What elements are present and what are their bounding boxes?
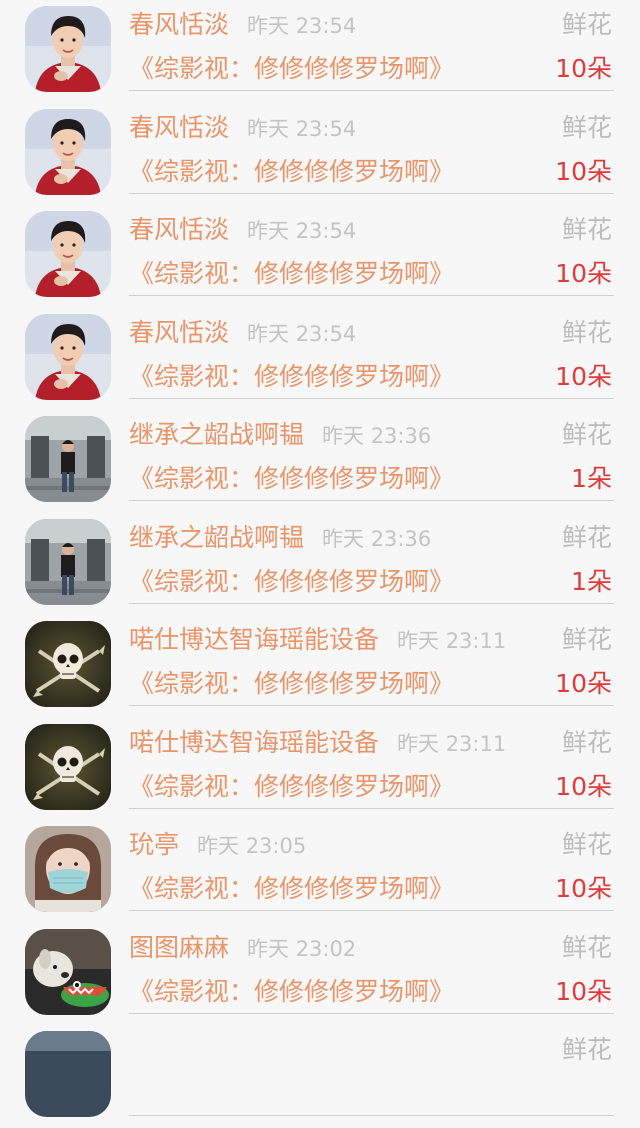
gift-count: 10朵 [555,976,612,1006]
novel-title[interactable]: 《综影视：修修修修罗场啊》 [129,975,454,1009]
avatar[interactable] [25,109,111,195]
gift-count: 10朵 [555,669,612,698]
timestamp: 昨天 23:54 [247,219,357,243]
novel-title[interactable]: 《综影视：修修修修罗场啊》 [129,155,454,189]
user-name: 继承之龆战啊韫 昨天 23:36 [129,521,431,556]
novel-title[interactable]: 《综影视：修修修修罗场啊》 [129,257,454,291]
list-item[interactable]: 鲜花 [0,1025,640,1128]
gift-type: 鲜花 [561,112,612,142]
list-item[interactable]: 春风恬淡 昨天 23:54 鲜花《综影视：修修修修罗场啊》 10朵 [0,103,640,206]
gift-type: 鲜花 [561,10,612,39]
gift-count: 1朵 [571,464,612,493]
divider [129,705,614,706]
divider [129,910,614,911]
user-name: 春风恬淡 昨天 23:54 [129,213,356,248]
user-name-text: 春风恬淡 [129,10,230,39]
timestamp: 昨天 23:36 [322,424,432,448]
divider [129,1012,614,1014]
novel-title[interactable]: 《综影视：修修修修罗场啊》 [129,52,454,86]
avatar[interactable] [25,724,111,810]
user-name-text: 玧亭 [129,830,180,859]
list-item[interactable]: 继承之龆战啊韫 昨天 23:36 鲜花《综影视：修修修修罗场啊》 1朵 [0,410,640,513]
gift-type: 鲜花 [561,932,612,962]
novel-title[interactable]: 《综影视：修修修修罗场啊》 [129,770,454,804]
divider [129,90,614,91]
novel-title[interactable]: 《综影视：修修修修罗场啊》 [129,462,454,496]
gift-count: 10朵 [555,259,612,288]
timestamp: 昨天 23:05 [197,834,307,858]
timestamp: 昨天 23:54 [247,14,357,38]
user-name: 继承之龆战啊韫 昨天 23:36 [129,418,431,453]
novel-title[interactable]: 《综影视：修修修修罗场啊》 [129,360,454,394]
timestamp: 昨天 23:36 [322,526,432,551]
user-name-text: 图图麻麻 [129,932,230,962]
gift-count: 10朵 [555,156,612,186]
gift-count: 10朵 [555,874,612,903]
user-name [129,1033,147,1068]
novel-title[interactable]: 《综影视：修修修修罗场啊》 [129,872,454,906]
user-name: 喏仕博达智诲瑶能设备 昨天 23:11 [129,623,506,658]
gift-type: 鲜花 [561,317,612,347]
gift-count: 1朵 [571,566,612,596]
timestamp: 昨天 23:54 [247,321,357,346]
timestamp: 昨天 23:11 [397,629,507,653]
user-name: 玧亭 昨天 23:05 [129,828,306,863]
novel-title[interactable]: 《综影视：修修修修罗场啊》 [129,667,454,701]
timestamp: 昨天 23:02 [247,936,357,961]
novel-title[interactable]: 《综影视：修修修修罗场啊》 [129,565,454,599]
list-item[interactable]: 玧亭 昨天 23:05 鲜花《综影视：修修修修罗场啊》 10朵 [0,820,640,923]
user-name-text: 春风恬淡 [129,112,230,142]
list-item[interactable]: 春风恬淡 昨天 23:54 鲜花《综影视：修修修修罗场啊》 10朵 [0,205,640,308]
divider [129,192,614,194]
avatar[interactable] [25,621,111,707]
list-item[interactable]: 春风恬淡 昨天 23:54 鲜花《综影视：修修修修罗场啊》 10朵 [0,308,640,411]
timestamp: 昨天 23:54 [247,116,357,141]
divider [129,602,614,604]
divider [129,1115,614,1116]
user-name: 春风恬淡 昨天 23:54 [129,8,356,43]
gift-count: 10朵 [555,771,612,801]
user-name: 图图麻麻 昨天 23:02 [129,931,356,966]
list-item[interactable]: 图图麻麻 昨天 23:02 鲜花《综影视：修修修修罗场啊》 10朵 [0,923,640,1026]
list-item[interactable]: 喏仕博达智诲瑶能设备 昨天 23:11 鲜花《综影视：修修修修罗场啊》 10朵 [0,718,640,821]
gift-type: 鲜花 [561,727,612,757]
divider [129,397,614,399]
gift-type: 鲜花 [561,1035,612,1064]
avatar[interactable] [25,6,111,92]
user-name: 喏仕博达智诲瑶能设备 昨天 23:11 [129,726,506,761]
user-name: 春风恬淡 昨天 23:54 [129,111,356,146]
timestamp: 昨天 23:11 [397,731,507,756]
gift-count: 10朵 [555,361,612,391]
avatar[interactable] [25,519,111,605]
user-name-text: 喏仕博达智诲瑶能设备 [129,625,380,654]
user-name-text: 继承之龆战啊韫 [129,522,305,552]
avatar[interactable] [25,211,111,297]
gift-count: 10朵 [555,54,612,83]
divider [129,500,614,501]
user-name-text: 喏仕博达智诲瑶能设备 [129,727,380,757]
gift-type: 鲜花 [561,625,612,654]
user-name-text: 春风恬淡 [129,215,230,244]
gift-type: 鲜花 [561,215,612,244]
list-item[interactable]: 春风恬淡 昨天 23:54 鲜花《综影视：修修修修罗场啊》 10朵 [0,0,640,103]
user-name: 春风恬淡 昨天 23:54 [129,316,356,351]
divider [129,807,614,809]
gift-type: 鲜花 [561,522,612,552]
avatar[interactable] [25,826,111,912]
avatar[interactable] [25,1031,111,1117]
list-item[interactable]: 继承之龆战啊韫 昨天 23:36 鲜花《综影视：修修修修罗场啊》 1朵 [0,513,640,616]
divider [129,295,614,296]
avatar[interactable] [25,314,111,400]
gift-type: 鲜花 [561,830,612,859]
gift-type: 鲜花 [561,420,612,449]
avatar[interactable] [25,929,111,1015]
list-item[interactable]: 喏仕博达智诲瑶能设备 昨天 23:11 鲜花《综影视：修修修修罗场啊》 10朵 [0,615,640,718]
user-name-text: 春风恬淡 [129,317,230,347]
user-name-text: 继承之龆战啊韫 [129,420,305,449]
avatar[interactable] [25,416,111,502]
gift-record-list: 春风恬淡 昨天 23:54 鲜花 《综影视：修修修修罗场啊》 10朵 春风恬淡 昨天 23:… [0,0,640,1128]
